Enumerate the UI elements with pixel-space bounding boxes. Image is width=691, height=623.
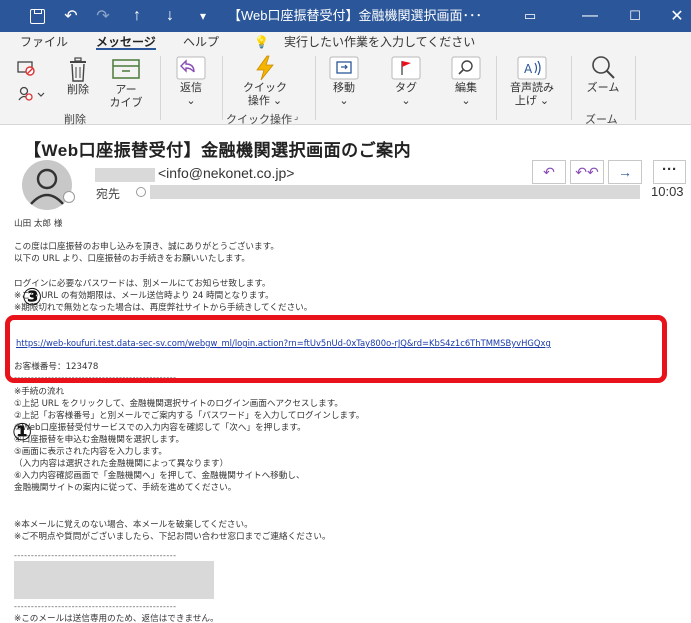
sender-name-redacted — [95, 168, 155, 182]
svg-text:A: A — [524, 62, 533, 76]
sender-email[interactable]: <info@nekonet.co.jp> — [158, 165, 294, 181]
avatar — [22, 160, 72, 210]
maximize-icon[interactable]: ☐ — [618, 0, 652, 32]
step-item: ⑥入力内容確認画面で「金融機関へ」を押して、金融機関サイトへ移動し、 — [14, 471, 305, 481]
divider: ----------------------------------------… — [14, 551, 177, 560]
tab-help[interactable]: ヘルプ — [183, 34, 219, 50]
forward-action-button[interactable]: → — [608, 160, 642, 184]
ignore-icon[interactable] — [14, 60, 38, 79]
more-actions-button[interactable]: ··· — [653, 160, 686, 184]
step-item: （入力内容は選択された金融機関によって異なります） — [14, 459, 229, 469]
step-item: ②上記「お客様番号」と別メールでご案内する「パスワード」を入力してログインします… — [14, 411, 365, 421]
delete-button[interactable]: 削除 — [58, 56, 98, 97]
reply-all-icon: ↶↶ — [575, 163, 599, 180]
more-icon: ··· — [662, 161, 677, 178]
lightning-icon — [256, 55, 274, 81]
archive-button[interactable]: アー カイブ — [104, 56, 148, 110]
forward-icon: → — [618, 164, 632, 180]
annotation-number-3: ③ — [22, 283, 43, 311]
reply-all-action-button[interactable]: ↶↶ — [570, 160, 604, 184]
ribbon: 削除 アー カイブ 返信 ⌄ クイック 操作 ⌄ 移動 ⌄ タグ ⌄ 編集 ⌄ … — [0, 52, 691, 126]
step-item: ④口座振替を申込む金融機関を選択します。 — [14, 435, 185, 445]
arrow-up-icon[interactable]: ↑ — [120, 0, 154, 32]
annotation-number-1: ① — [12, 418, 33, 446]
magnifier-icon — [451, 56, 481, 80]
move-icon — [329, 56, 359, 80]
junk-icon[interactable] — [14, 86, 50, 105]
reply-icon — [176, 56, 206, 80]
step-item: 金融機関サイトの案内に従って、手続を進めてください。 — [14, 483, 237, 493]
ribbon-separator — [315, 56, 316, 120]
step-item: ③Web口座振替受付サービスでの入力内容を確認して「次へ」を押します。 — [14, 423, 306, 433]
body-line: ※この URL の有効期限は、メール送信時より 24 時間となります。 — [14, 291, 274, 301]
body-line: ログインに必要なパスワードは、別メールにてお知らせ致します。 — [14, 279, 271, 289]
to-presence-indicator — [136, 187, 146, 197]
recipient-redacted — [150, 185, 640, 199]
body-greeting: 山田 太郎 様 — [14, 219, 63, 229]
group-label-delete: 削除 — [64, 114, 86, 126]
reply-icon: ↶ — [543, 163, 555, 180]
group-label-quick: クイック操作 — [226, 114, 292, 126]
read-aloud-icon: A — [517, 56, 547, 80]
flag-icon — [391, 56, 421, 80]
person-icon — [30, 168, 64, 205]
ribbon-separator — [571, 56, 572, 120]
ribbon-separator — [222, 56, 223, 120]
body-line: 以下の URL より、口座振替のお手続きをお願いいたします。 — [14, 254, 250, 264]
group-expand-icon[interactable]: ⌟ — [294, 111, 298, 122]
notice-line: ※ご不明点や質問がございましたら、下記お問い合わせ窓口までご連絡ください。 — [14, 532, 331, 542]
customize-toolbar-icon[interactable]: ▾ — [186, 0, 220, 32]
minimize-icon[interactable]: — — [573, 0, 607, 32]
trash-icon — [70, 57, 86, 82]
to-label: 宛先 — [96, 187, 121, 201]
steps-title: ※手続の流れ — [14, 387, 65, 397]
ribbon-separator — [635, 56, 636, 120]
tell-me-search[interactable]: 実行したい作業を入力してください — [284, 34, 475, 50]
zoom-button[interactable]: ズーム — [580, 54, 626, 95]
ribbon-separator — [496, 56, 497, 120]
ribbon-display-icon[interactable]: ▭ — [513, 0, 547, 32]
title-bar: ↶ ↷ ↑ ↓ ▾ 【Web口座振替受付】金融機関選択画面･･･ ▭ — ☐ ✕ — [0, 0, 691, 32]
undo-icon[interactable]: ↶ — [54, 0, 88, 32]
contact-info-redacted — [14, 561, 214, 599]
reply-action-button[interactable]: ↶ — [532, 160, 566, 184]
divider: ----------------------------------------… — [14, 602, 177, 611]
group-label-zoom: ズーム — [585, 114, 618, 126]
body-line: この度は口座振替のお申し込みを頂き、誠にありがとうございます。 — [14, 242, 279, 252]
footer-note: ※このメールは送信専用のため、返信はできません。 — [14, 614, 219, 623]
move-button[interactable]: 移動 ⌄ — [322, 54, 366, 108]
lightbulb-icon: 💡 — [254, 35, 269, 49]
presence-indicator — [63, 191, 75, 203]
save-icon[interactable] — [20, 0, 54, 32]
mail-subject: 【Web口座振替受付】金融機関選択画面のご案内 — [24, 141, 412, 160]
menu-bar: ファイル メッセージ ヘルプ 💡 実行したい作業を入力してください — [0, 32, 691, 52]
archive-icon — [112, 59, 140, 79]
window-title: 【Web口座振替受付】金融機関選択画面･･･ — [228, 8, 482, 23]
highlight-box — [5, 315, 667, 383]
close-icon[interactable]: ✕ — [660, 0, 691, 32]
arrow-down-icon[interactable]: ↓ — [153, 0, 187, 32]
edit-button[interactable]: 編集 ⌄ — [446, 54, 486, 108]
ribbon-separator — [160, 56, 161, 120]
step-item: ①上記 URL をクリックして、金融機関選択サイトのログイン画面へアクセスします… — [14, 399, 344, 409]
tab-file[interactable]: ファイル — [20, 34, 68, 50]
notice-line: ※本メールに覚えのない場合、本メールを破棄してください。 — [14, 520, 253, 530]
tag-button[interactable]: タグ ⌄ — [386, 54, 426, 108]
reply-button[interactable]: 返信 ⌄ — [168, 54, 214, 108]
step-item: ⑤画面に表示された内容を入力します。 — [14, 447, 167, 457]
tab-message[interactable]: メッセージ — [96, 34, 156, 50]
body-line: ※期限切れで無効となった場合は、再度弊社サイトから手続きしてください。 — [14, 303, 313, 313]
zoom-icon — [592, 56, 615, 79]
read-aloud-button[interactable]: A 音声読み 上げ ⌄ — [503, 54, 561, 108]
quick-steps-button[interactable]: クイック 操作 ⌄ — [236, 54, 294, 108]
redo-icon[interactable]: ↷ — [86, 0, 120, 32]
received-time: 10:03 — [651, 184, 684, 199]
